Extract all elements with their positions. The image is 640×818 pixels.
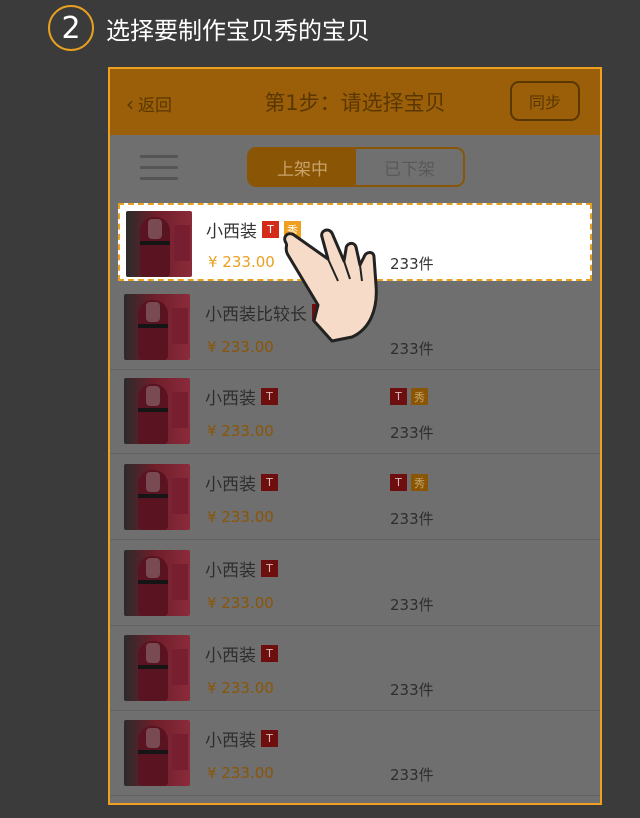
product-thumbnail	[124, 550, 190, 616]
show-tag-icon: 秀	[411, 388, 428, 405]
extra-tags: T 秀	[390, 474, 432, 491]
back-label: 返回	[138, 96, 172, 116]
extra-tags: T 秀	[390, 388, 432, 405]
phone-frame: ‹ 返回 第1步：请选择宝贝 同步 上架中 已下架 小西装 T 秀 ¥ 233.…	[108, 67, 602, 805]
list-item-selected[interactable]: 小西装 T 秀 ¥ 233.00 233件	[118, 203, 592, 281]
tab-on-shelf[interactable]: 上架中	[249, 149, 356, 185]
product-name: 小西装 T 秀	[206, 217, 301, 242]
t-tag-icon: T	[261, 645, 278, 662]
chevron-left-icon: ‹	[126, 91, 134, 116]
t-tag-icon: T	[312, 304, 329, 321]
product-count: 233件	[390, 340, 434, 358]
t-tag-icon: T	[261, 560, 278, 577]
top-bar: ‹ 返回 第1步：请选择宝贝 同步	[110, 69, 600, 135]
t-tag-icon: T	[261, 388, 278, 405]
product-thumbnail	[124, 294, 190, 360]
product-thumbnail	[126, 211, 192, 277]
show-tag-icon: 秀	[411, 474, 428, 491]
product-name: 小西装比较长 T	[205, 300, 329, 325]
product-thumbnail	[124, 378, 190, 444]
product-price: ¥ 233.00	[207, 764, 274, 782]
filter-bar: 上架中 已下架	[110, 135, 600, 201]
product-thumbnail	[124, 464, 190, 530]
product-count: 233件	[390, 255, 434, 273]
product-thumbnail	[124, 635, 190, 701]
product-count: 233件	[390, 681, 434, 699]
product-price: ¥ 233.00	[207, 594, 274, 612]
status-tabs: 上架中 已下架	[247, 147, 465, 187]
list-item[interactable]: 小西装 T ¥ 233.00 233件	[110, 542, 600, 626]
show-tag-icon: 秀	[284, 221, 301, 238]
list-item[interactable]: 小西装 T ¥ 233.00 233件	[110, 627, 600, 711]
t-tag-icon: T	[261, 730, 278, 747]
step-header: 2 选择要制作宝贝秀的宝贝	[48, 5, 370, 51]
product-count: 233件	[390, 510, 434, 528]
list-item[interactable]: 小西装 T T 秀 ¥ 233.00 233件	[110, 370, 600, 454]
step-number: 2	[48, 5, 94, 51]
step-title: 选择要制作宝贝秀的宝贝	[106, 16, 370, 45]
product-name: 小西装 T	[205, 726, 278, 751]
back-button[interactable]: ‹ 返回	[126, 91, 172, 117]
list-item[interactable]: 小西装 T T 秀 ¥ 233.00 233件	[110, 456, 600, 540]
product-count: 233件	[390, 424, 434, 442]
product-price: ¥ 233.00	[207, 679, 274, 697]
product-name: 小西装 T	[205, 470, 278, 495]
t-tag-icon: T	[261, 474, 278, 491]
sync-button[interactable]: 同步	[510, 81, 580, 121]
product-price: ¥ 233.00	[207, 338, 274, 356]
product-price: ¥ 233.00	[207, 422, 274, 440]
t-tag-icon: T	[390, 388, 407, 405]
list-item[interactable]: 小西装比较长 T ¥ 233.00 233件	[110, 286, 600, 370]
product-price: ¥ 233.00	[208, 253, 275, 271]
list-item[interactable]: 小西装 T ¥ 233.00 233件	[110, 712, 600, 796]
product-name: 小西装 T	[205, 384, 278, 409]
product-price: ¥ 233.00	[207, 508, 274, 526]
t-tag-icon: T	[262, 221, 279, 238]
product-name: 小西装 T	[205, 641, 278, 666]
product-count: 233件	[390, 596, 434, 614]
product-name: 小西装 T	[205, 556, 278, 581]
product-count: 233件	[390, 766, 434, 784]
t-tag-icon: T	[390, 474, 407, 491]
menu-icon[interactable]	[140, 155, 178, 181]
tab-off-shelf[interactable]: 已下架	[356, 149, 463, 185]
product-thumbnail	[124, 720, 190, 786]
